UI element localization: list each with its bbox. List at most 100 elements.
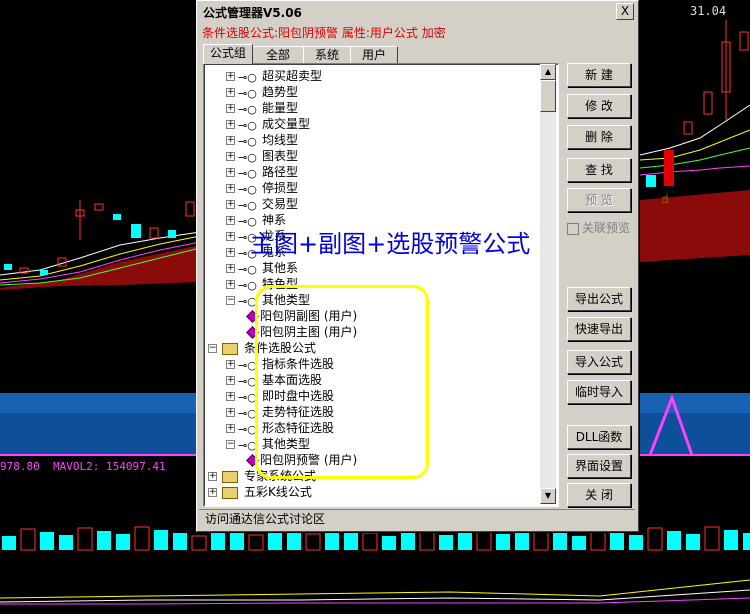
expand-icon[interactable]: + bbox=[226, 280, 235, 289]
expand-icon[interactable]: + bbox=[226, 392, 235, 401]
volume-bar bbox=[230, 532, 244, 550]
volume-bar bbox=[629, 535, 643, 550]
scroll-thumb[interactable] bbox=[540, 80, 556, 112]
tree-item-label: 图表型 bbox=[262, 149, 299, 163]
tree-item-label: 超买超卖型 bbox=[262, 69, 323, 83]
expand-icon[interactable]: + bbox=[226, 104, 235, 113]
expand-icon[interactable]: + bbox=[226, 200, 235, 209]
formula-group-icon: ⊸○ bbox=[238, 87, 257, 100]
vertical-scrollbar[interactable]: ▲ ▼ bbox=[540, 64, 556, 504]
formula-group-icon: ⊸○ bbox=[238, 295, 257, 308]
new-button[interactable]: 新 建 bbox=[567, 63, 631, 87]
formula-group-icon: ⊸○ bbox=[238, 71, 257, 84]
collapse-icon[interactable]: − bbox=[226, 296, 235, 305]
close-window-button[interactable]: X bbox=[616, 3, 634, 20]
tab-formula-group[interactable]: 公式组 bbox=[203, 44, 253, 64]
overlay-caption: 主图+副图+选股预警公式 bbox=[250, 230, 531, 258]
scroll-down-icon[interactable]: ▼ bbox=[540, 488, 556, 504]
title-bar[interactable]: 公式管理器V5.06 X bbox=[199, 3, 636, 21]
volume-bar bbox=[496, 534, 510, 550]
formula-group-icon: ⊸○ bbox=[238, 103, 257, 116]
folder-icon bbox=[222, 487, 238, 499]
close-button[interactable]: 关 闭 bbox=[567, 483, 631, 507]
expand-icon[interactable]: + bbox=[226, 72, 235, 81]
formula-group-icon: ⊸○ bbox=[238, 279, 257, 292]
volume-bar bbox=[344, 530, 358, 550]
expand-icon[interactable]: + bbox=[226, 168, 235, 177]
expand-icon[interactable]: + bbox=[226, 216, 235, 225]
expand-icon[interactable]: + bbox=[226, 232, 235, 241]
volume-bar bbox=[40, 532, 54, 550]
folder-icon bbox=[222, 343, 238, 355]
volume-bar bbox=[287, 531, 301, 550]
volume-bar bbox=[77, 527, 93, 551]
link-preview-label: 关联预览 bbox=[582, 221, 631, 235]
collapse-icon[interactable]: − bbox=[208, 344, 217, 353]
export-formula-button[interactable]: 导出公式 bbox=[567, 287, 631, 311]
price-label: 31.04 bbox=[690, 4, 727, 18]
volume-bar bbox=[401, 529, 415, 550]
volume-bar bbox=[173, 533, 187, 550]
expand-icon[interactable]: + bbox=[226, 424, 235, 433]
formula-group-icon: ⊸○ bbox=[238, 407, 257, 420]
tab-system[interactable]: 系统 bbox=[303, 46, 351, 63]
volume-bar bbox=[305, 533, 321, 551]
formula-group-icon: ⊸○ bbox=[238, 151, 257, 164]
formula-group-icon: ⊸○ bbox=[238, 135, 257, 148]
expand-icon[interactable]: + bbox=[226, 136, 235, 145]
tab-all[interactable]: 全部 bbox=[252, 46, 304, 63]
find-button[interactable]: 查 找 bbox=[567, 158, 631, 182]
expand-icon[interactable]: + bbox=[226, 152, 235, 161]
expand-icon[interactable]: + bbox=[208, 488, 217, 497]
collapse-icon[interactable]: − bbox=[226, 440, 235, 449]
expand-icon[interactable]: + bbox=[208, 472, 217, 481]
volume-bar bbox=[476, 530, 492, 551]
tree-item-label: 趋势型 bbox=[262, 85, 299, 99]
quick-export-button[interactable]: 快速导出 bbox=[567, 317, 631, 341]
expand-icon[interactable]: + bbox=[226, 248, 235, 257]
volume-bar bbox=[211, 529, 225, 550]
formula-group-icon: ⊸○ bbox=[238, 199, 257, 212]
expand-icon[interactable]: + bbox=[226, 360, 235, 369]
expand-icon[interactable]: + bbox=[226, 408, 235, 417]
tab-user[interactable]: 用户 bbox=[350, 46, 398, 63]
formula-group-icon: ⊸○ bbox=[238, 423, 257, 436]
tree-item-label: 能量型 bbox=[262, 101, 299, 115]
expand-icon[interactable]: + bbox=[226, 184, 235, 193]
ui-settings-button[interactable]: 界面设置 bbox=[567, 454, 631, 478]
highlight-ellipse bbox=[255, 285, 429, 479]
tree-item-label: 停损型 bbox=[262, 181, 299, 195]
expand-icon[interactable]: + bbox=[226, 264, 235, 273]
mavol-text: 978.80 MAVOL2: 154097.41 bbox=[0, 460, 166, 473]
import-formula-button[interactable]: 导入公式 bbox=[567, 350, 631, 374]
expand-icon[interactable]: + bbox=[226, 376, 235, 385]
mavol-readout: 978.80 MAVOL2: 154097.41 bbox=[0, 460, 166, 473]
hand-cursor-icon: ☝ bbox=[661, 192, 669, 207]
dll-function-button[interactable]: DLL函数 bbox=[567, 425, 631, 449]
volume-bar bbox=[191, 535, 207, 551]
volume-bar bbox=[382, 536, 396, 550]
checkbox-box[interactable] bbox=[567, 222, 579, 235]
formula-group-icon: ⊸○ bbox=[238, 375, 257, 388]
link-preview-checkbox[interactable]: 关联预览 bbox=[567, 219, 630, 236]
volume-bar bbox=[154, 530, 168, 550]
edit-button[interactable]: 修 改 bbox=[567, 94, 631, 118]
temp-import-button[interactable]: 临时导入 bbox=[567, 380, 631, 404]
volume-bar bbox=[20, 528, 36, 551]
preview-button[interactable]: 预 览 bbox=[567, 188, 631, 212]
volume-bar bbox=[610, 532, 624, 550]
formula-info-text: 条件选股公式:阳包阴预警 属性:用户公式 加密 bbox=[202, 26, 446, 40]
scroll-up-icon[interactable]: ▲ bbox=[540, 64, 556, 80]
formula-group-icon: ⊸○ bbox=[238, 391, 257, 404]
delete-button[interactable]: 删 除 bbox=[567, 125, 631, 149]
volume-bar bbox=[419, 531, 435, 551]
forum-link[interactable]: 访问通达信公式讨论区 bbox=[199, 509, 635, 527]
folder-icon bbox=[222, 471, 238, 483]
expand-icon[interactable]: + bbox=[226, 120, 235, 129]
expand-icon[interactable]: + bbox=[226, 88, 235, 97]
formula-group-icon: ⊸○ bbox=[238, 439, 257, 452]
formula-group-icon: ⊸○ bbox=[238, 119, 257, 132]
tree-item-label: 其他系 bbox=[262, 261, 299, 275]
volume-bar bbox=[439, 535, 453, 550]
volume-bar bbox=[116, 534, 130, 550]
